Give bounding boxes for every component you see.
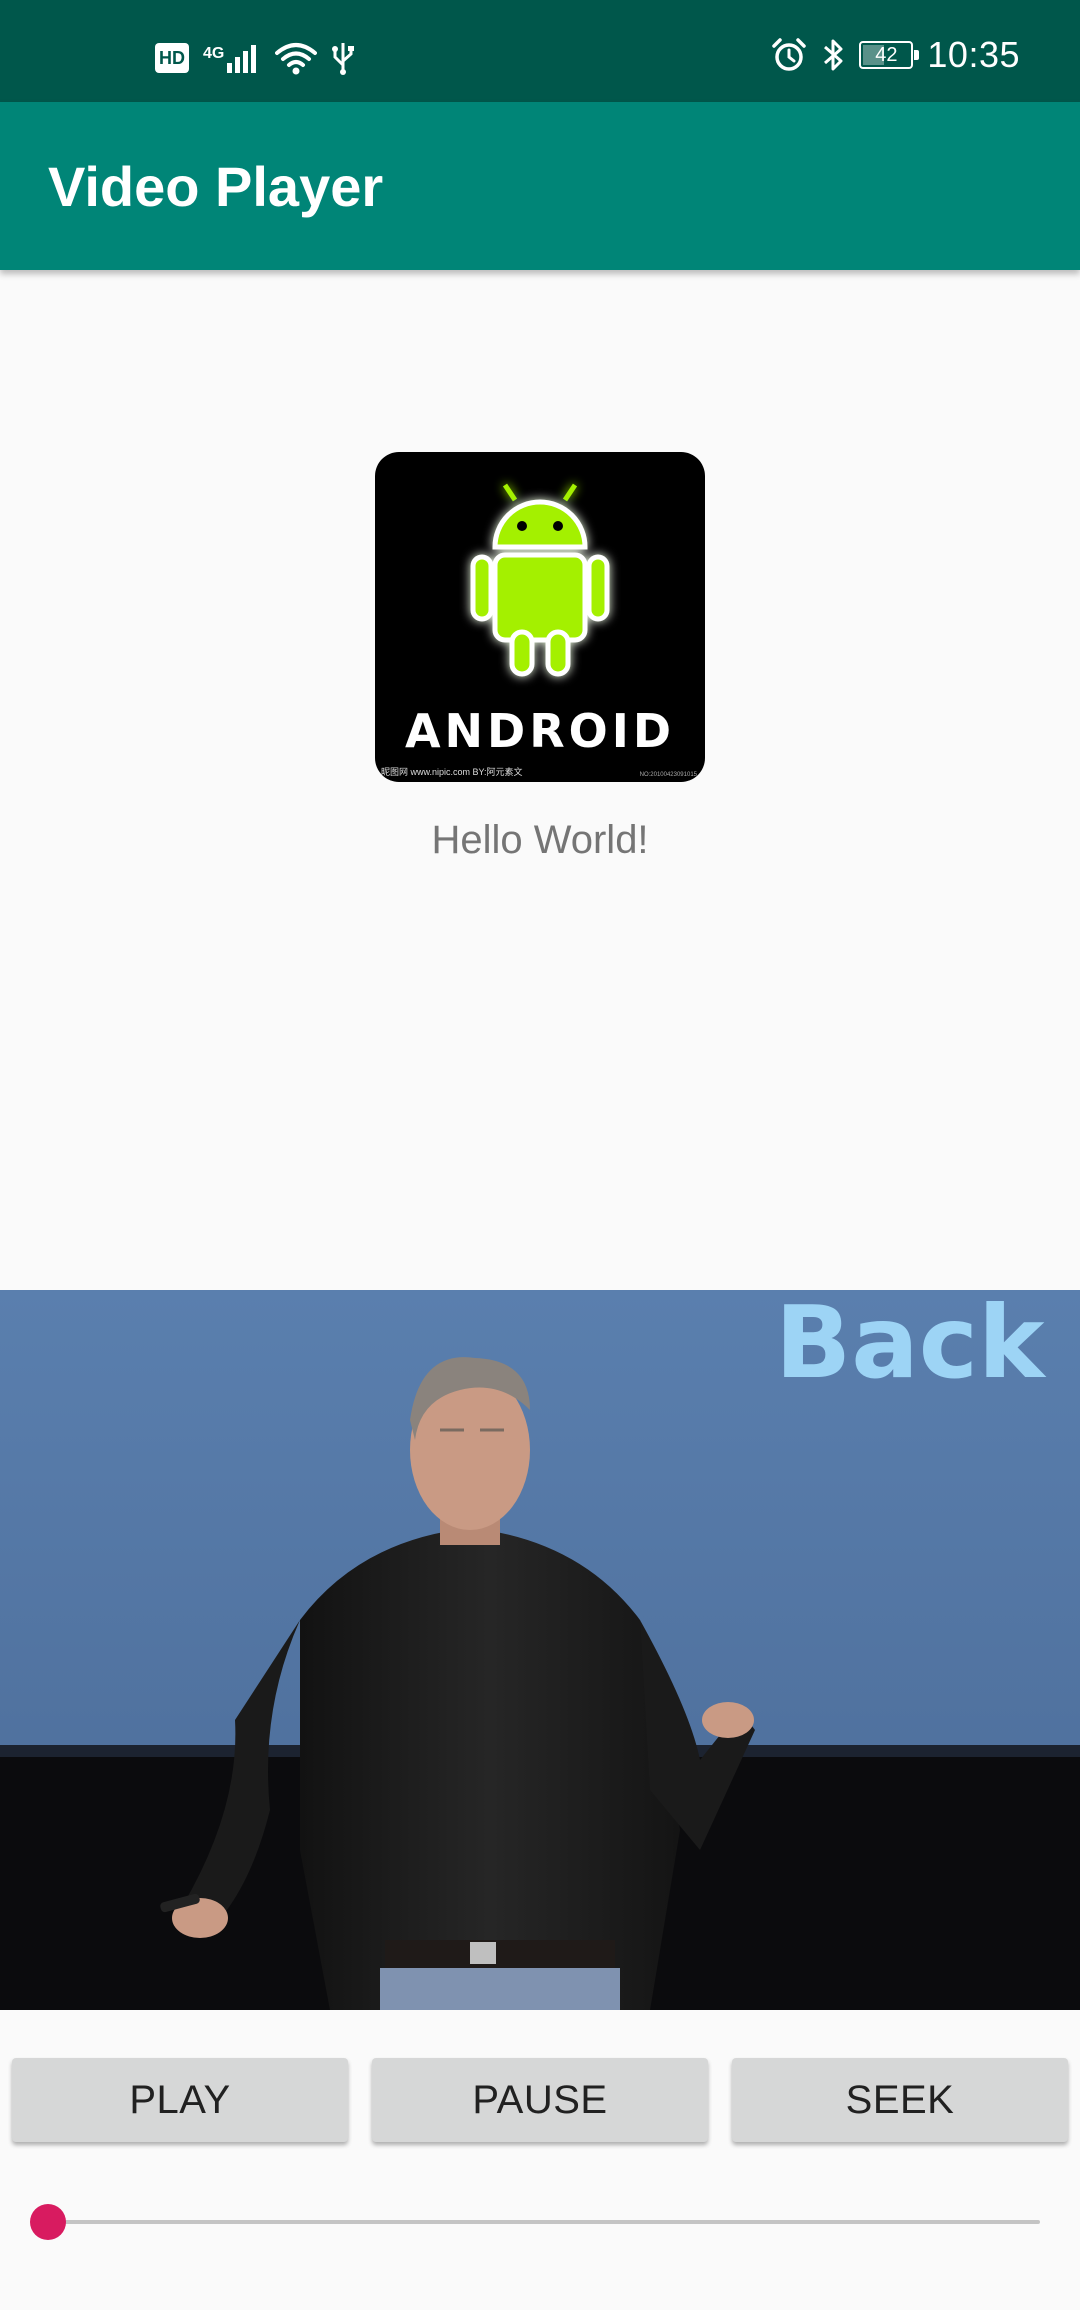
app-title: Video Player [48,155,384,218]
seek-track[interactable] [48,2220,1040,2224]
status-right-icons: 42 10:35 [771,30,1020,80]
video-slide-text: Back t [775,1290,1080,1401]
seek-thumb[interactable] [30,2204,66,2240]
hd-icon: HD [155,43,189,73]
android-logo-image: ANDROID 昵图网 www.nipic.com BY:阿元素文 NO:201… [375,452,705,782]
bluetooth-icon [824,39,843,71]
network-label: 4G [203,45,225,62]
status-bar: HD 4G 42 10:35 [0,0,1080,102]
pause-button[interactable]: PAUSE [372,2058,708,2142]
hello-text: Hello World! [431,818,649,862]
alarm-icon [772,38,807,71]
seek-bar[interactable] [30,2200,1040,2244]
video-view[interactable]: Back t [0,1290,1080,2010]
usb-icon [332,43,355,75]
wifi-icon [275,43,318,75]
status-time: 10:35 [927,34,1020,75]
signal-4g-icon: 4G [203,43,261,73]
battery-level: 42 [875,43,898,66]
logo-credit: 昵图网 www.nipic.com BY:阿元素文 [381,767,523,777]
status-left-icons: HD 4G [155,38,355,78]
android-wordmark: ANDROID [404,704,676,758]
logo-credit-id: NO:20100423091015 [639,772,697,778]
seek-button[interactable]: SEEK [732,2058,1068,2142]
battery-icon: 42 [859,41,920,69]
play-button[interactable]: PLAY [12,2058,348,2142]
app-bar: Video Player [0,102,1080,270]
hd-label: HD [159,47,185,68]
